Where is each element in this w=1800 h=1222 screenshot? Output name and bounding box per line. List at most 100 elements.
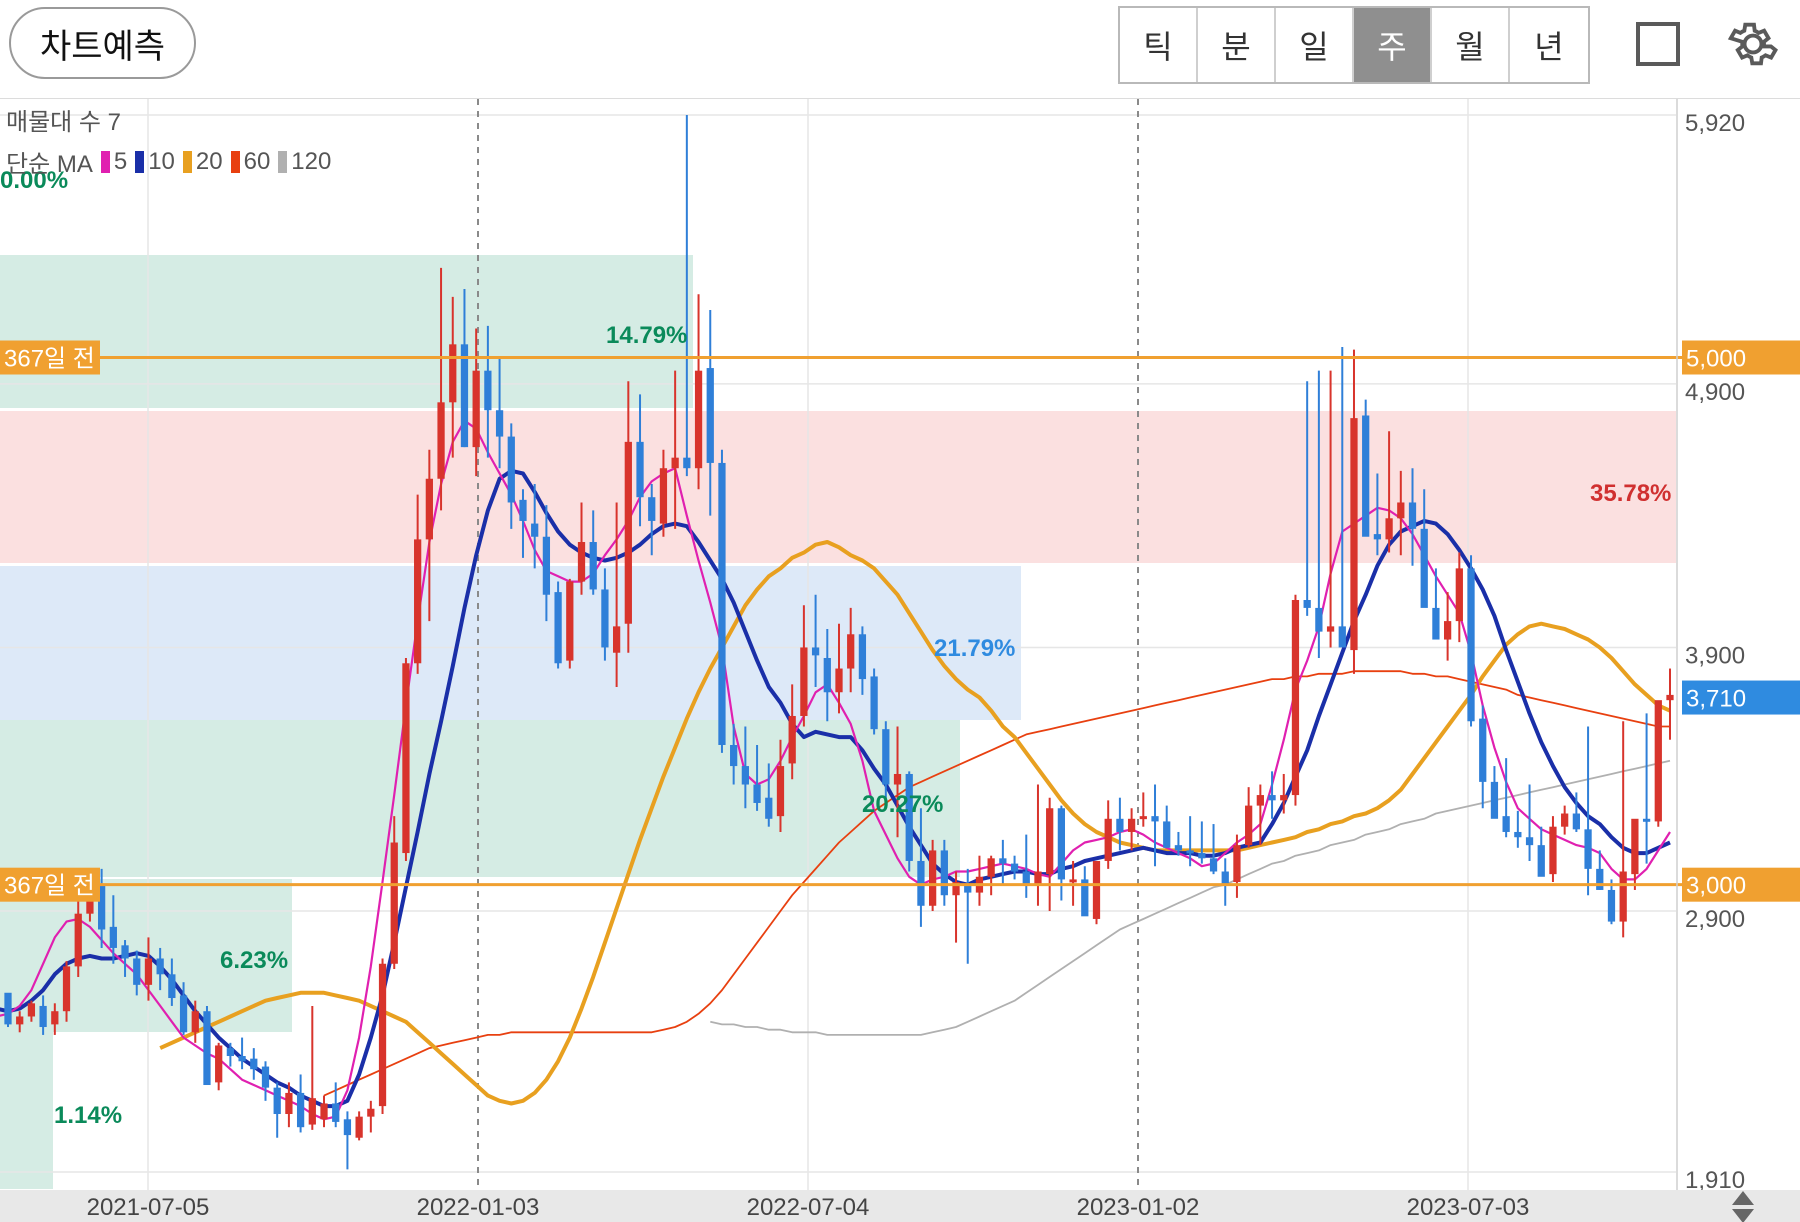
gear-icon[interactable]	[1724, 15, 1782, 73]
candle-body	[577, 542, 586, 582]
ma-legend: 단순 MA 5 10 20 60 120	[6, 144, 331, 179]
candle-body	[215, 1045, 223, 1083]
candle-body	[765, 797, 773, 819]
zone-green-mid	[0, 720, 960, 877]
candle-body	[1642, 818, 1651, 822]
candle-body	[51, 1011, 59, 1025]
candle-body	[1596, 868, 1604, 890]
tab-year[interactable]: 년	[1510, 8, 1588, 82]
y-axis: 5,920 4,900 3,900 2,900 1,910	[1676, 99, 1745, 1194]
candle-body	[706, 368, 714, 463]
candle-body	[1420, 528, 1428, 608]
pattern-percent: 1.14%	[54, 1102, 122, 1129]
candle-body	[402, 663, 410, 854]
candle-body	[109, 926, 117, 948]
candle-body	[847, 634, 855, 669]
period-tabs: 틱 분 일 주 월 년	[1118, 6, 1590, 84]
x-tick-label: 2023-07-03	[1407, 1194, 1530, 1221]
candle-body	[414, 539, 422, 664]
ma5-label: 5	[113, 147, 128, 175]
candle-body	[554, 592, 562, 664]
y-tick-label: 2,900	[1685, 906, 1745, 933]
tab-day[interactable]: 일	[1276, 8, 1354, 82]
tab-week[interactable]: 주	[1354, 8, 1432, 82]
candle-body	[1514, 831, 1522, 838]
pattern-percent: 20.27%	[862, 791, 943, 818]
candle-body	[355, 1116, 363, 1138]
candle-body	[531, 523, 539, 537]
candle-body	[718, 462, 726, 745]
candlestick-chart[interactable]: 367일 전 5,000367일 전 3,000 0.00%14.79%6.23%1…	[0, 99, 1800, 1222]
ma5-swatch	[100, 150, 110, 173]
chart-predict-button[interactable]: 차트예측	[9, 7, 196, 79]
pattern-percent: 14.79%	[606, 322, 687, 349]
square-icon[interactable]	[1636, 22, 1680, 66]
x-tick-label: 2022-07-04	[747, 1194, 870, 1221]
candle-body	[1607, 889, 1616, 922]
candle-body	[378, 963, 387, 1107]
zone-green-top	[0, 255, 693, 408]
candle-body	[1268, 795, 1276, 801]
candle-body	[566, 581, 574, 661]
candle-body	[273, 1087, 281, 1115]
reference-axis-label: 3,000	[1686, 873, 1746, 900]
candle-body	[1455, 568, 1463, 622]
ma60-swatch	[230, 150, 240, 173]
ma20-swatch	[182, 150, 192, 173]
candle-body	[495, 410, 504, 437]
candle-body	[74, 913, 82, 967]
candle-body	[624, 441, 632, 624]
x-tick-label: 2021-07-05	[87, 1194, 210, 1221]
ma120-swatch	[278, 150, 288, 173]
candle-body	[296, 1092, 305, 1128]
candle-body	[1303, 600, 1311, 608]
candle-body	[858, 634, 867, 680]
candle-body	[367, 1108, 375, 1117]
candle-body	[1280, 795, 1288, 801]
candle-body	[788, 715, 796, 764]
candle-body	[27, 1003, 36, 1017]
candle-body	[1245, 805, 1253, 846]
candle-body	[343, 1119, 352, 1136]
candle-body	[1537, 845, 1545, 877]
candle-body	[612, 626, 621, 653]
candle-body	[1233, 845, 1241, 883]
candle-body	[519, 499, 527, 521]
candle-body	[987, 858, 995, 877]
candle-body	[1549, 826, 1557, 875]
candle-body	[659, 468, 668, 524]
candle-body	[1490, 781, 1499, 819]
candle-body	[425, 478, 433, 540]
volume-profile-zones	[0, 255, 1676, 1189]
candle-body	[332, 1103, 340, 1122]
candle-body	[144, 958, 153, 985]
candle-body	[1104, 818, 1112, 861]
pattern-percent: 6.23%	[220, 947, 288, 974]
tab-minute[interactable]: 분	[1198, 8, 1276, 82]
reference-axis-label: 5,000	[1686, 346, 1746, 373]
ma120-label: 120	[291, 147, 332, 175]
candle-body	[1443, 621, 1452, 640]
candle-body	[261, 1066, 270, 1088]
candle-body	[1584, 829, 1592, 869]
candle-body	[636, 441, 644, 498]
candle-body	[1397, 502, 1405, 519]
candle-body	[1151, 816, 1159, 822]
candle-body	[1502, 816, 1510, 832]
candle-body	[1291, 600, 1300, 796]
tab-month[interactable]: 월	[1432, 8, 1510, 82]
candle-body	[601, 589, 609, 648]
candle-body	[1256, 795, 1264, 806]
candle-body	[999, 858, 1007, 864]
candle-body	[449, 344, 457, 403]
candle-body	[893, 773, 902, 785]
candle-body	[741, 766, 749, 785]
candle-body	[823, 657, 831, 693]
candle-body	[507, 436, 515, 503]
tab-tick[interactable]: 틱	[1120, 8, 1198, 82]
candle-body	[589, 542, 597, 590]
ma10-label: 10	[148, 147, 175, 175]
candle-body	[1385, 518, 1393, 540]
candle-body	[484, 370, 492, 411]
candle-body	[1432, 607, 1440, 640]
